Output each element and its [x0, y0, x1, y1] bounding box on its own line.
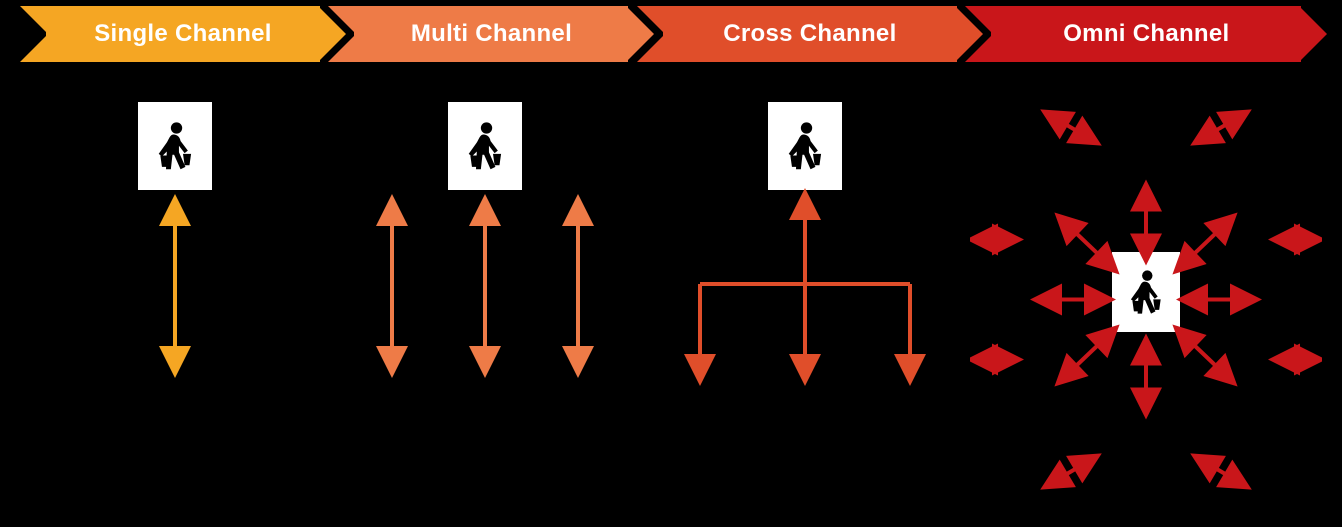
chevron-multi: Multi Channel — [328, 6, 654, 62]
column-multi — [330, 92, 640, 527]
chevron-single: Single Channel — [20, 6, 346, 62]
column-single — [20, 92, 330, 527]
chevron-strip: Single Channel Multi Channel Cross Chann… — [20, 6, 1322, 62]
channel-evolution-diagram: Single Channel Multi Channel Cross Chann… — [0, 0, 1342, 527]
column-omni — [970, 92, 1322, 527]
single-arrows — [20, 92, 330, 527]
omni-arrows — [970, 92, 1322, 527]
chevron-label: Multi Channel — [328, 6, 654, 62]
column-cross — [640, 92, 970, 527]
chevron-label: Single Channel — [20, 6, 346, 62]
chevron-label: Cross Channel — [637, 6, 983, 62]
chevron-label: Omni Channel — [965, 6, 1327, 62]
chevron-cross: Cross Channel — [637, 6, 983, 62]
cross-arrows — [640, 92, 970, 527]
chevron-omni: Omni Channel — [965, 6, 1327, 62]
multi-arrows — [330, 92, 640, 527]
